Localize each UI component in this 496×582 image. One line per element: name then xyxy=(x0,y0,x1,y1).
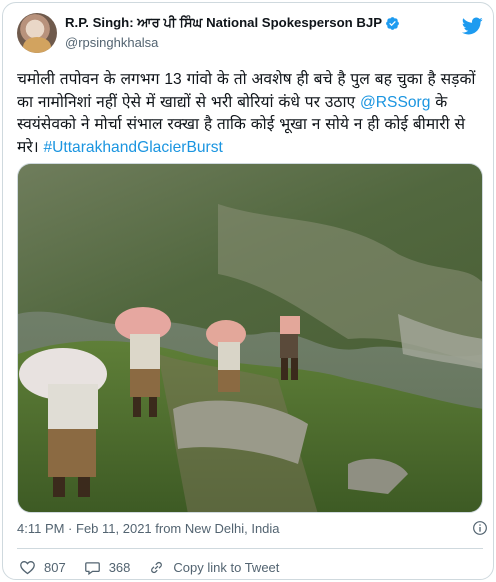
tweet-header: R.P. Singh: ਆਰ ਪੀ ਸਿੰਘ National Spokespe… xyxy=(17,13,483,57)
heart-icon xyxy=(20,560,35,574)
author-display-name[interactable]: R.P. Singh: ਆਰ ਪੀ ਸਿੰਘ National Spokespe… xyxy=(65,15,382,31)
tweet-photo[interactable] xyxy=(17,163,483,513)
like-count: 807 xyxy=(44,559,66,575)
copy-link-label: Copy link to Tweet xyxy=(173,559,280,575)
photo-mountain-scene xyxy=(18,164,482,512)
info-icon[interactable] xyxy=(472,520,488,536)
hashtag-link[interactable]: #UttarakhandGlacierBurst xyxy=(43,139,222,156)
verified-badge-icon xyxy=(386,16,399,30)
twitter-bird-icon[interactable] xyxy=(461,15,483,37)
tweet-meta: 4:11 PM · Feb 11, 2021 from New Delhi, I… xyxy=(17,521,487,536)
tweet-timestamp[interactable]: 4:11 PM · Feb 11, 2021 from New Delhi, I… xyxy=(17,521,280,536)
divider xyxy=(17,548,483,549)
reply-count: 368 xyxy=(108,559,131,575)
avatar[interactable] xyxy=(17,13,57,53)
tweet-text: चमोली तपोवन के लगभग 13 गांवो के तो अवशेष… xyxy=(17,69,485,159)
comment-icon xyxy=(84,561,100,575)
like-button[interactable]: 807 xyxy=(19,559,66,576)
link-icon xyxy=(151,561,163,573)
tweet-actions: 807 368 Copy link to Tweet xyxy=(19,558,297,576)
reply-button[interactable]: 368 xyxy=(84,559,131,576)
mention-link[interactable]: @RSSorg xyxy=(360,94,430,111)
author-handle[interactable]: @rpsinghkhalsa xyxy=(65,35,158,50)
tweet-card: R.P. Singh: ਆਰ ਪੀ ਸਿੰਘ National Spokespe… xyxy=(2,2,494,580)
copy-link-button[interactable]: Copy link to Tweet xyxy=(148,559,279,576)
author-name-row[interactable]: R.P. Singh: ਆਰ ਪੀ ਸਿੰਘ National Spokespe… xyxy=(65,15,400,31)
